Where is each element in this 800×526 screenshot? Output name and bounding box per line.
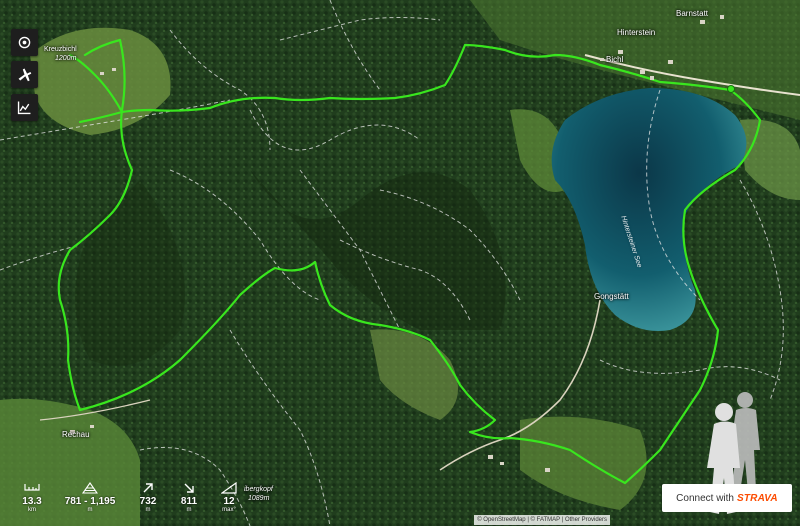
descent-value: 811 bbox=[180, 496, 198, 507]
mountain-icon bbox=[82, 482, 98, 494]
connect-with-strava-button[interactable]: Connect with STRAVA bbox=[662, 484, 792, 512]
max-slope-unit: max° bbox=[222, 507, 236, 513]
stat-descent: 811 m bbox=[175, 482, 203, 514]
arrow-up-right-icon bbox=[143, 483, 153, 493]
descent-unit: m bbox=[186, 507, 192, 513]
stat-max-slope: 12 max° bbox=[215, 482, 243, 514]
distance-unit: km bbox=[28, 507, 36, 513]
ruler-icon bbox=[24, 484, 40, 491]
place-label-gongstatt: Gongstätt bbox=[594, 292, 629, 301]
place-label-rechau: Rechau bbox=[62, 430, 90, 439]
elevation-profile-button[interactable] bbox=[11, 94, 38, 121]
target-icon bbox=[18, 36, 31, 49]
ascent-value: 732 bbox=[139, 496, 157, 507]
elevation-range-value: 781 - 1,195 bbox=[64, 496, 116, 507]
place-label-hinterstein: Hinterstein bbox=[617, 28, 656, 37]
strava-button-prefix: Connect with bbox=[676, 492, 734, 504]
flyover-button[interactable] bbox=[11, 61, 38, 88]
place-label-summit: iberg­kopf bbox=[244, 486, 273, 493]
locate-button[interactable] bbox=[11, 29, 38, 56]
distance-value: 13.3 bbox=[22, 496, 42, 507]
airplane-icon bbox=[18, 68, 32, 82]
arrow-down-right-icon bbox=[184, 483, 194, 493]
stat-distance: 13.3 km bbox=[18, 482, 46, 514]
track-start-marker bbox=[727, 85, 735, 93]
map-3d-view[interactable] bbox=[0, 0, 800, 526]
ascent-unit: m bbox=[145, 507, 151, 513]
place-label-bichl: Bichl bbox=[606, 55, 624, 64]
map-attribution[interactable]: © OpenStreetMap | © FATMAP | Other Provi… bbox=[474, 515, 610, 525]
stat-elevation-range: 781 - 1,195 m bbox=[62, 482, 118, 514]
stat-ascent: 732 m bbox=[134, 482, 162, 514]
max-slope-value: 12 bbox=[223, 496, 235, 507]
place-label-kreuzbichl-elevation: 1200m bbox=[55, 55, 77, 62]
strava-logo: STRAVA bbox=[736, 492, 778, 504]
place-label-barnstatt: Barnstatt bbox=[676, 9, 709, 18]
slope-icon bbox=[221, 482, 237, 494]
elevation-range-unit: m bbox=[87, 507, 93, 513]
place-label-kreuzbichl: Kreuzbichl bbox=[44, 46, 77, 53]
chart-icon bbox=[17, 101, 31, 115]
place-label-summit-elevation: 1089m bbox=[248, 495, 270, 502]
